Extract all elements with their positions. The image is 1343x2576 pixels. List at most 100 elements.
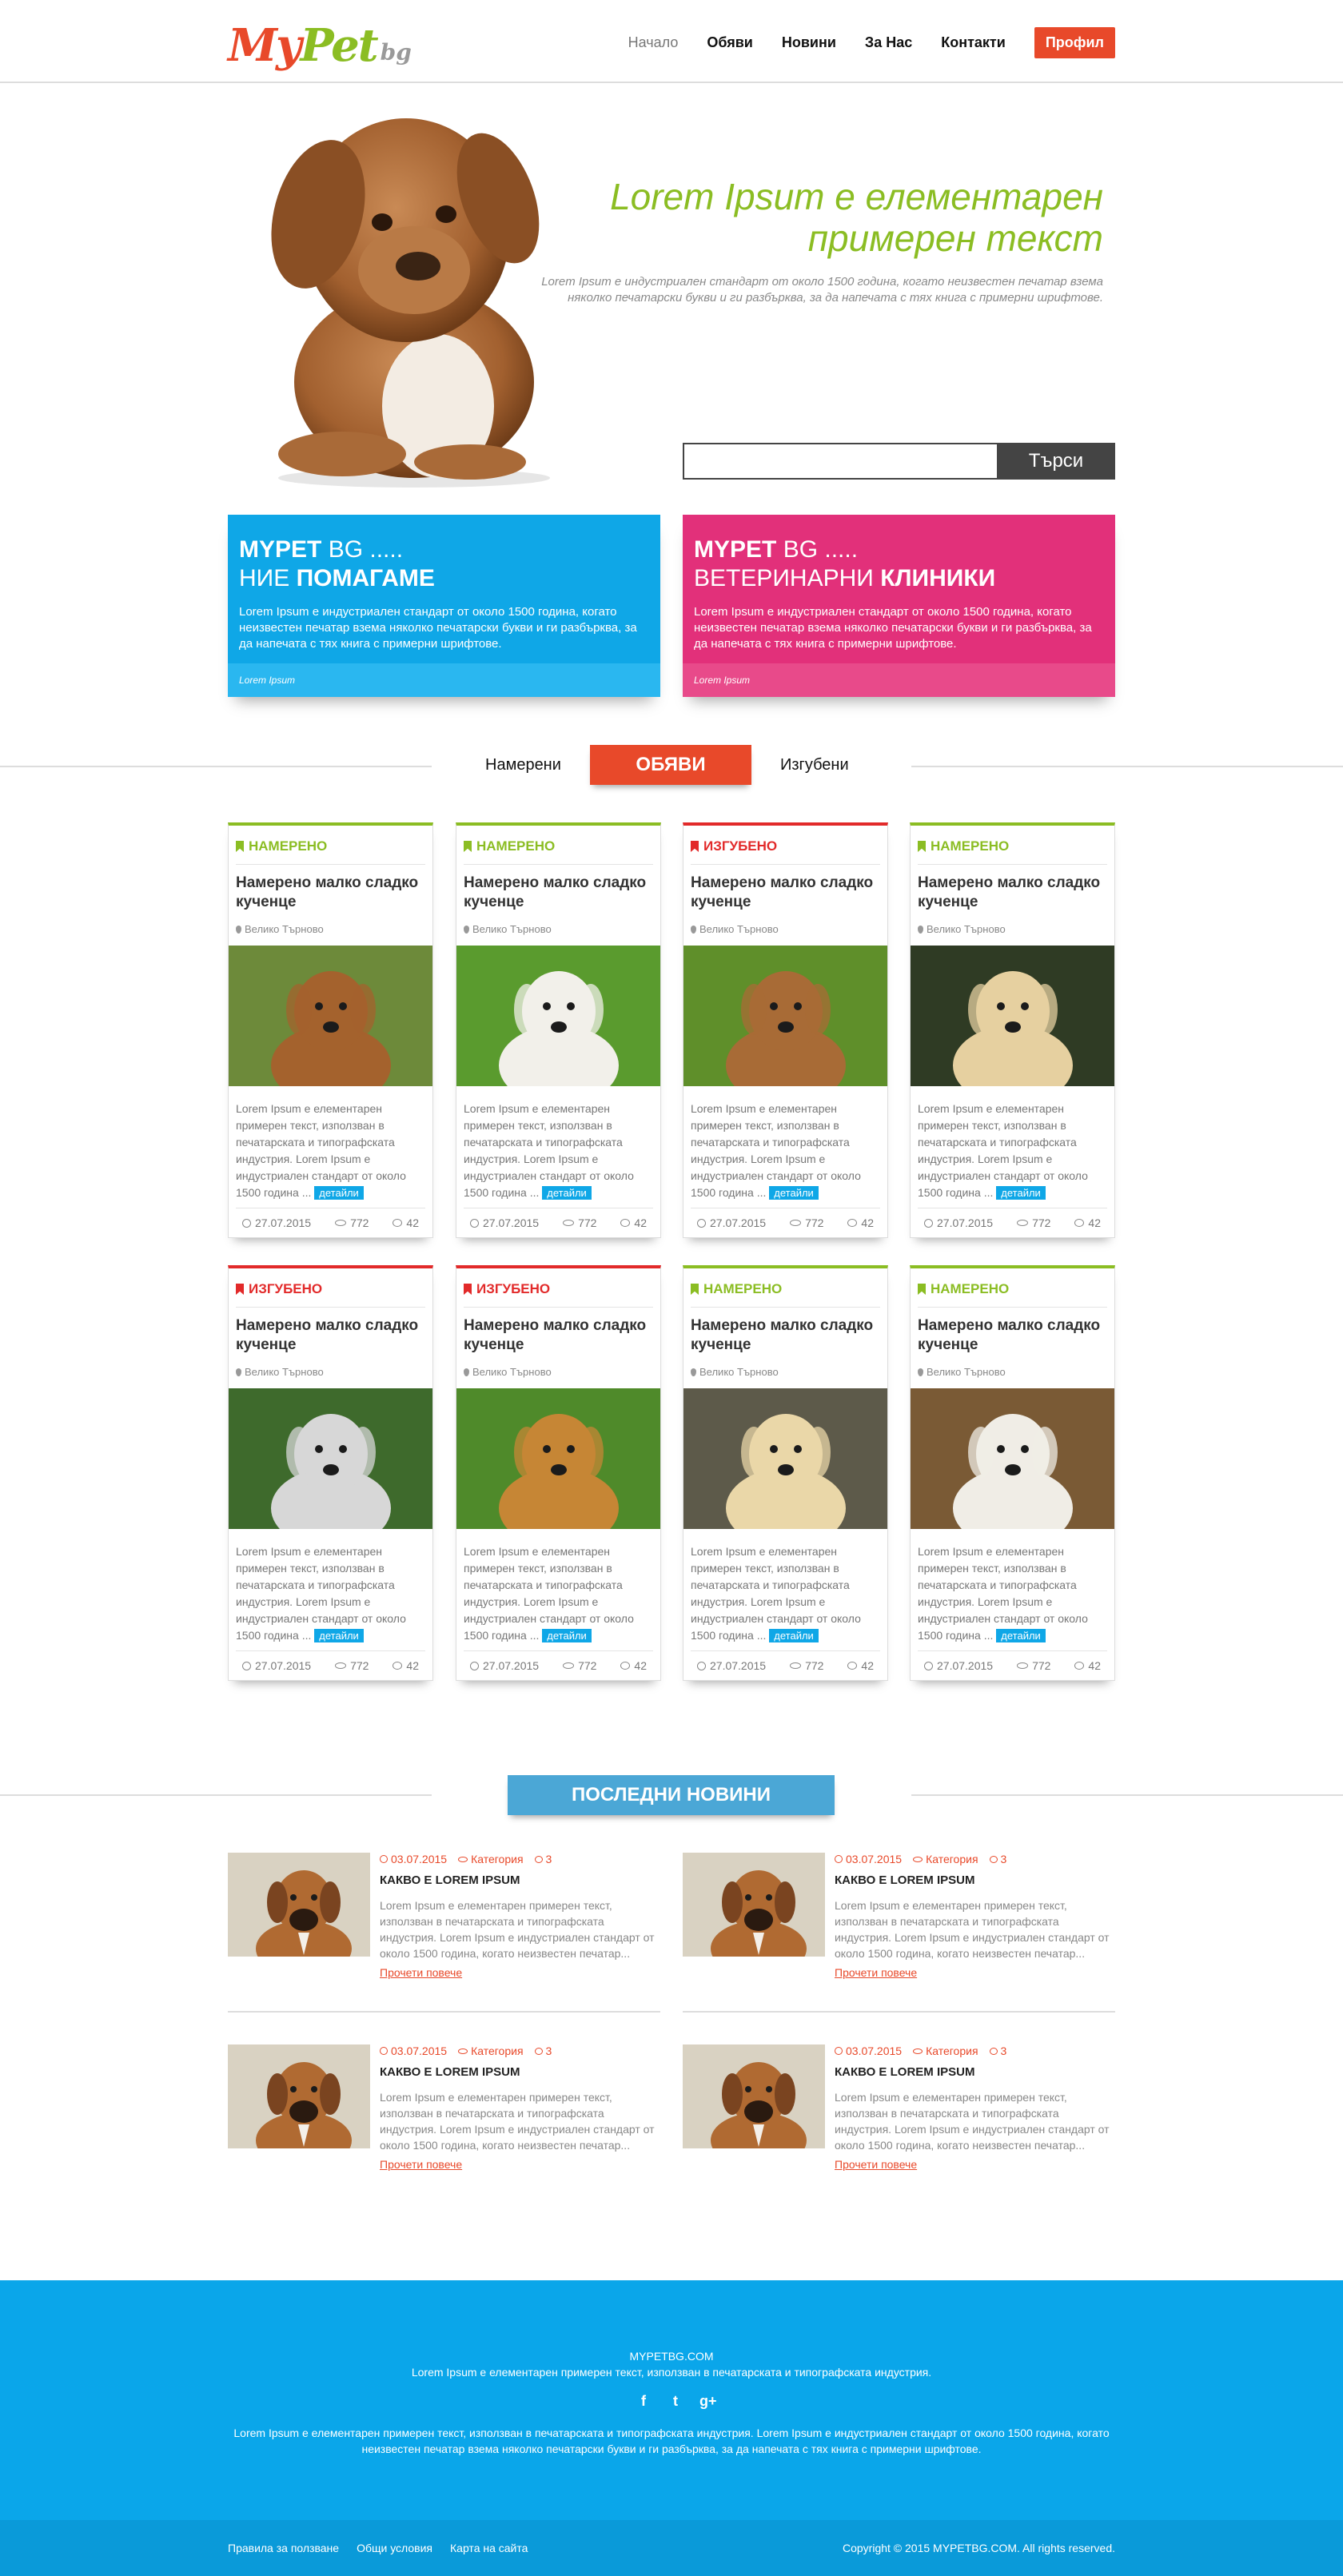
news-item[interactable]: 03.07.2015 Категория 3 КАКВО Е LOREM IPS… — [683, 2044, 1115, 2171]
clock-icon — [380, 2047, 388, 2055]
promo-help[interactable]: MYPET BG ..... НИЕ ПОМАГАМЕ Lorem Ipsum … — [228, 515, 660, 697]
listing-card[interactable]: ИЗГУБЕНО Намерено малко сладко кученце В… — [683, 822, 888, 1238]
news-category[interactable]: Категория — [458, 1853, 524, 1865]
card-title[interactable]: Намерено малко сладко кученце — [691, 874, 879, 912]
details-button[interactable]: детайли — [769, 1186, 819, 1200]
clock-icon — [470, 1218, 479, 1228]
card-dog-photo[interactable] — [229, 946, 432, 1086]
news-dog-photo[interactable] — [683, 2044, 825, 2148]
news-title[interactable]: КАКВО Е LOREM IPSUM — [835, 1873, 974, 1887]
read-more-link[interactable]: Прочети повече — [835, 1966, 917, 1979]
details-button[interactable]: детайли — [542, 1186, 592, 1200]
news-date-label: 03.07.2015 — [846, 2044, 903, 2057]
footer-links: Правила за ползване Общи условия Карта н… — [228, 2542, 528, 2554]
hero-subtitle: Lorem Ipsum е индустриален стандарт от о… — [541, 275, 1103, 305]
details-button[interactable]: детайли — [542, 1629, 592, 1642]
card-dog-photo[interactable] — [456, 946, 660, 1086]
news-date: 03.07.2015 — [380, 2044, 447, 2057]
news-title[interactable]: КАКВО Е LOREM IPSUM — [380, 2065, 520, 2079]
listing-card[interactable]: НАМЕРЕНО Намерено малко сладко кученце В… — [228, 822, 433, 1238]
listing-card[interactable]: НАМЕРЕНО Намерено малко сладко кученце В… — [910, 822, 1115, 1238]
card-meta: 27.07.2015 772 42 — [697, 1216, 874, 1229]
eye-icon — [458, 1856, 468, 1862]
clock-icon — [242, 1218, 251, 1228]
tab-found[interactable]: Намерени — [485, 756, 561, 774]
card-dog-photo[interactable] — [229, 1388, 432, 1529]
news-dog-photo[interactable] — [228, 2044, 370, 2148]
news-item[interactable]: 03.07.2015 Категория 3 КАКВО Е LOREM IPS… — [228, 1853, 660, 1979]
news-category[interactable]: Категория — [913, 2044, 978, 2057]
news-title[interactable]: КАКВО Е LOREM IPSUM — [835, 2065, 974, 2079]
news-category[interactable]: Категория — [913, 1853, 978, 1865]
twitter-icon[interactable]: t — [668, 2393, 683, 2410]
nav-news[interactable]: Новини — [782, 34, 836, 51]
card-dog-photo[interactable] — [911, 946, 1114, 1086]
details-button[interactable]: детайли — [996, 1629, 1046, 1642]
card-title[interactable]: Намерено малко сладко кученце — [464, 1316, 652, 1355]
card-divider — [464, 864, 653, 865]
card-location: Велико Търново — [691, 1366, 779, 1378]
card-dog-photo[interactable] — [456, 1388, 660, 1529]
site-logo[interactable]: My Pet bg — [228, 14, 412, 70]
eye-icon — [335, 1220, 347, 1226]
card-dog-photo[interactable] — [683, 946, 887, 1086]
nav-contacts[interactable]: Контакти — [941, 34, 1006, 51]
card-title[interactable]: Намерено малко сладко кученце — [918, 1316, 1106, 1355]
search-button[interactable]: Търси — [997, 443, 1115, 480]
news-item[interactable]: 03.07.2015 Категория 3 КАКВО Е LOREM IPS… — [228, 2044, 660, 2171]
listing-card[interactable]: ИЗГУБЕНО Намерено малко сладко кученце В… — [456, 1265, 661, 1681]
card-title[interactable]: Намерено малко сладко кученце — [464, 874, 652, 912]
facebook-icon[interactable]: f — [636, 2393, 652, 2410]
promo-clinics[interactable]: MYPET BG ..... ВЕТЕРИНАРНИ КЛИНИКИ Lorem… — [683, 515, 1115, 697]
card-dog-photo[interactable] — [683, 1388, 887, 1529]
details-button[interactable]: детайли — [314, 1186, 364, 1200]
nav-ads[interactable]: Обяви — [707, 34, 753, 51]
card-title[interactable]: Намерено малко сладко кученце — [691, 1316, 879, 1355]
details-button[interactable]: детайли — [769, 1629, 819, 1642]
card-title[interactable]: Намерено малко сладко кученце — [918, 874, 1106, 912]
card-dog-photo[interactable] — [911, 1388, 1114, 1529]
card-title[interactable]: Намерено малко сладко кученце — [236, 874, 424, 912]
card-title[interactable]: Намерено малко сладко кученце — [236, 1316, 424, 1355]
profile-button[interactable]: Профил — [1034, 27, 1115, 58]
card-date: 27.07.2015 — [242, 1216, 311, 1229]
read-more-link[interactable]: Прочети повече — [380, 1966, 462, 1979]
listing-card[interactable]: ИЗГУБЕНО Намерено малко сладко кученце В… — [228, 1265, 433, 1681]
news-dog-photo[interactable] — [228, 1853, 370, 1957]
footer-link-sitemap[interactable]: Карта на сайта — [450, 2542, 528, 2554]
nav-home[interactable]: Начало — [628, 34, 679, 51]
card-location: Велико Търново — [918, 1366, 1006, 1378]
tab-lost[interactable]: Изгубени — [780, 756, 849, 774]
map-pin-icon — [236, 925, 241, 934]
nav-about[interactable]: За Нас — [865, 34, 912, 51]
search-input[interactable] — [683, 443, 997, 480]
news-category[interactable]: Категория — [458, 2044, 524, 2057]
details-button[interactable]: детайли — [996, 1186, 1046, 1200]
footer-link-terms[interactable]: Правила за ползване — [228, 2542, 339, 2554]
card-status-label: ИЗГУБЕНО — [249, 1281, 323, 1296]
card-status-label: НАМЕРЕНО — [249, 838, 328, 854]
news-dog-photo[interactable] — [683, 1853, 825, 1957]
eye-icon — [458, 2048, 468, 2054]
map-pin-icon — [691, 1368, 696, 1376]
card-meta-divider — [464, 1650, 653, 1651]
card-text: Lorem Ipsum е елементарен примерен текст… — [918, 1545, 1088, 1642]
footer-link-conditions[interactable]: Общи условия — [357, 2542, 432, 2554]
card-comments: 42 — [620, 1659, 647, 1672]
news-item[interactable]: 03.07.2015 Категория 3 КАКВО Е LOREM IPS… — [683, 1853, 1115, 1979]
news-meta: 03.07.2015 Категория 3 — [835, 2044, 1006, 2057]
card-comments: 42 — [1074, 1216, 1101, 1229]
card-views-label: 772 — [578, 1659, 597, 1672]
read-more-link[interactable]: Прочети повече — [380, 2158, 462, 2171]
tab-ads[interactable]: ОБЯВИ — [590, 745, 751, 785]
news-date: 03.07.2015 — [835, 1853, 902, 1865]
listing-card[interactable]: НАМЕРЕНО Намерено малко сладко кученце В… — [910, 1265, 1115, 1681]
listing-card[interactable]: НАМЕРЕНО Намерено малко сладко кученце В… — [683, 1265, 888, 1681]
google-plus-icon[interactable]: g+ — [699, 2393, 717, 2410]
details-button[interactable]: детайли — [314, 1629, 364, 1642]
listing-card[interactable]: НАМЕРЕНО Намерено малко сладко кученце В… — [456, 822, 661, 1238]
read-more-link[interactable]: Прочети повече — [835, 2158, 917, 2171]
promo-help-brand: MYPET — [239, 536, 322, 563]
card-divider — [691, 1307, 880, 1308]
news-title[interactable]: КАКВО Е LOREM IPSUM — [380, 1873, 520, 1887]
